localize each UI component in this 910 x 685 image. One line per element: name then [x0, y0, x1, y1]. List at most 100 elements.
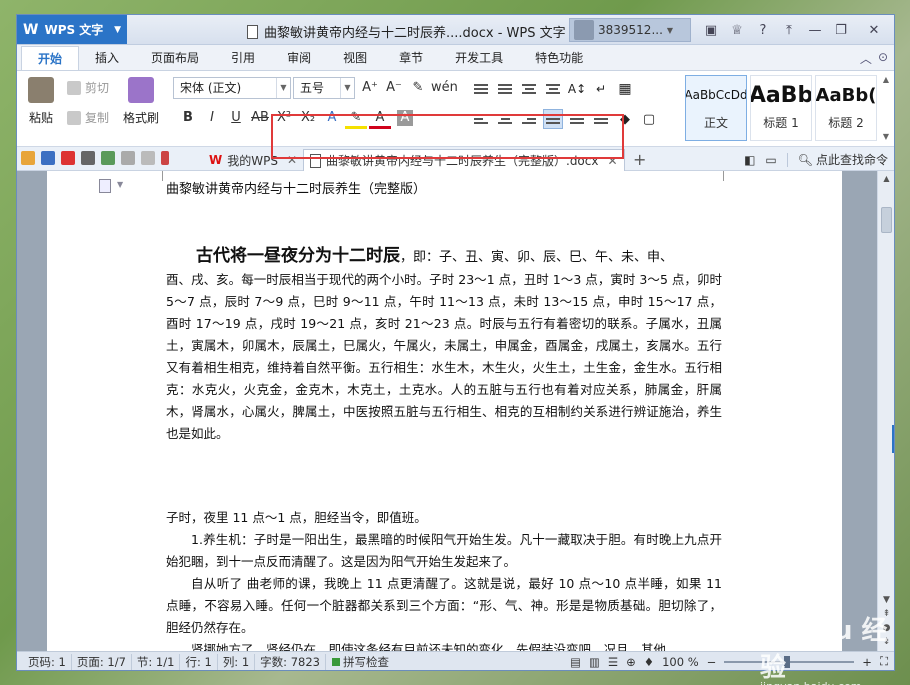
bullet-list-icon[interactable] [471, 79, 491, 99]
subscript-icon[interactable]: X₂ [297, 107, 319, 129]
status-row[interactable]: 行: 1 [180, 654, 218, 670]
shading-icon[interactable]: ◆ [615, 109, 635, 129]
paste-button[interactable]: 粘贴 [21, 77, 61, 126]
strikethrough-icon[interactable]: AB [249, 107, 271, 129]
sidebar-handle[interactable] [892, 425, 894, 453]
forms-icon[interactable]: ▭ [765, 153, 776, 167]
align-left-icon[interactable] [471, 109, 491, 129]
print-preview-icon[interactable] [101, 151, 115, 165]
status-column[interactable]: 列: 1 [218, 654, 256, 670]
font-color-icon[interactable]: A [369, 107, 391, 129]
tab-home[interactable]: 开始 [21, 46, 80, 70]
clear-format-icon[interactable]: ✎ [407, 77, 429, 99]
line-spacing-icon[interactable] [591, 109, 611, 129]
tab-section[interactable]: 章节 [383, 46, 439, 70]
format-painter-button[interactable]: 格式刷 [117, 77, 165, 126]
grow-font-icon[interactable]: A⁺ [359, 77, 381, 99]
fit-page-icon[interactable]: ⛶ [880, 654, 888, 669]
align-right-icon[interactable] [519, 109, 539, 129]
prev-page-icon[interactable]: ⇞ [883, 609, 891, 619]
zoom-out-icon[interactable]: − [707, 655, 717, 669]
text-effect-icon[interactable]: A [321, 107, 343, 129]
table-icon[interactable]: ▦ [615, 79, 635, 99]
undo-icon[interactable] [121, 151, 135, 165]
pin-icon[interactable]: ⊙ [878, 50, 888, 67]
char-shading-icon[interactable]: A [397, 110, 413, 126]
new-tab-icon[interactable]: + [633, 150, 646, 169]
browse-object-icon[interactable]: ● [883, 623, 891, 633]
restore-ribbon-icon[interactable]: ⤒ [776, 16, 802, 45]
view-mode-icon[interactable]: ▤ [570, 655, 581, 669]
zoom-in-icon[interactable]: + [862, 655, 872, 669]
superscript-icon[interactable]: X² [273, 107, 295, 129]
outline-view-icon[interactable]: ☰ [608, 655, 618, 669]
print-icon[interactable] [81, 151, 95, 165]
status-page-number[interactable]: 页码: 1 [23, 654, 72, 670]
open-folder-icon[interactable] [21, 151, 35, 165]
show-marks-icon[interactable]: ↵ [591, 79, 611, 99]
styles-scroll[interactable]: ▲ ▼ [880, 75, 892, 141]
close-icon[interactable]: ✕ [854, 16, 894, 45]
close-icon[interactable]: ✕ [287, 153, 297, 167]
save-icon[interactable] [41, 151, 55, 165]
font-size-select[interactable]: 五号 ▼ [293, 77, 355, 99]
reading-mode-icon[interactable]: ▥ [589, 655, 600, 669]
highlight-icon[interactable]: ✎ [345, 107, 367, 129]
distribute-icon[interactable] [567, 109, 587, 129]
tab-developer[interactable]: 开发工具 [439, 46, 519, 70]
search-command[interactable]: 🔍︎ 点此查找命令 [798, 151, 888, 168]
user-account[interactable]: 3839512... ▼ [569, 18, 691, 42]
export-pdf-icon[interactable] [61, 151, 75, 165]
align-center-icon[interactable] [495, 109, 515, 129]
minimize-icon[interactable]: — [802, 16, 828, 45]
tab-review[interactable]: 审阅 [271, 46, 327, 70]
customize-icon[interactable] [161, 151, 169, 165]
chevron-down-icon[interactable]: ▼ [883, 132, 889, 141]
tab-references[interactable]: 引用 [215, 46, 271, 70]
status-word-count[interactable]: 字数: 7823 [255, 654, 326, 670]
cut-button[interactable]: 剪切 [67, 79, 109, 96]
tab-insert[interactable]: 插入 [79, 46, 135, 70]
borders-icon[interactable]: ▢ [639, 109, 659, 129]
sidebar-toggle-icon[interactable]: ◧ [744, 153, 755, 167]
status-section[interactable]: 节: 1/1 [132, 654, 181, 670]
scroll-down-icon[interactable]: ▼ [883, 595, 890, 605]
vertical-scrollbar[interactable]: ▲ ▼ ⇞ ● ⇟ [877, 171, 894, 651]
zoom-slider-knob[interactable] [784, 655, 791, 668]
web-view-icon[interactable]: ⊕ [626, 655, 636, 669]
bold-icon[interactable]: B [177, 107, 199, 129]
status-page[interactable]: 页面: 1/7 [72, 654, 132, 670]
style-heading-2[interactable]: AaBb( 标题 2 [815, 75, 877, 141]
scroll-up-icon[interactable]: ▲ [878, 171, 894, 187]
zoom-slider[interactable] [724, 655, 855, 668]
protect-eye-icon[interactable]: ♦ [644, 655, 654, 669]
decrease-indent-icon[interactable] [519, 79, 539, 99]
skin-icon[interactable]: ▣ [698, 16, 724, 45]
chevron-up-icon[interactable]: ▲ [883, 75, 889, 84]
maximize-icon[interactable]: ❐ [828, 16, 854, 45]
underline-icon[interactable]: U [225, 107, 247, 129]
app-menu-button[interactable]: W WPS 文字 ▼ [17, 15, 127, 44]
next-page-icon[interactable]: ⇟ [883, 637, 891, 647]
style-heading-1[interactable]: AaBb 标题 1 [750, 75, 812, 141]
scroll-thumb[interactable] [881, 207, 892, 233]
tab-page-layout[interactable]: 页面布局 [135, 46, 215, 70]
justify-icon[interactable] [543, 109, 563, 129]
italic-icon[interactable]: I [201, 107, 223, 129]
tab-view[interactable]: 视图 [327, 46, 383, 70]
redo-icon[interactable] [141, 151, 155, 165]
tab-document[interactable]: 曲黎敏讲黄帝内经与十二时辰养生（完整版）.docx ✕ [303, 149, 625, 171]
tab-my-wps[interactable]: W 我的WPS ✕ [203, 149, 303, 171]
document-page[interactable]: ▼ 曲黎敏讲黄帝内经与十二时辰养生（完整版） 古代将一昼夜分为十二时辰，即：子、… [47, 171, 842, 651]
style-normal[interactable]: AaBbCcDd 正文 [685, 75, 747, 141]
increase-indent-icon[interactable] [543, 79, 563, 99]
sort-icon[interactable]: A↕ [567, 79, 587, 99]
phonetic-icon[interactable]: wén [431, 77, 458, 99]
chevron-up-icon[interactable]: ︿ [860, 50, 872, 67]
shrink-font-icon[interactable]: A⁻ [383, 77, 405, 99]
close-icon[interactable]: ✕ [607, 154, 617, 168]
help-icon[interactable]: ? [750, 16, 776, 45]
tab-features[interactable]: 特色功能 [519, 46, 599, 70]
numbered-list-icon[interactable] [495, 79, 515, 99]
copy-button[interactable]: 复制 [67, 109, 109, 126]
